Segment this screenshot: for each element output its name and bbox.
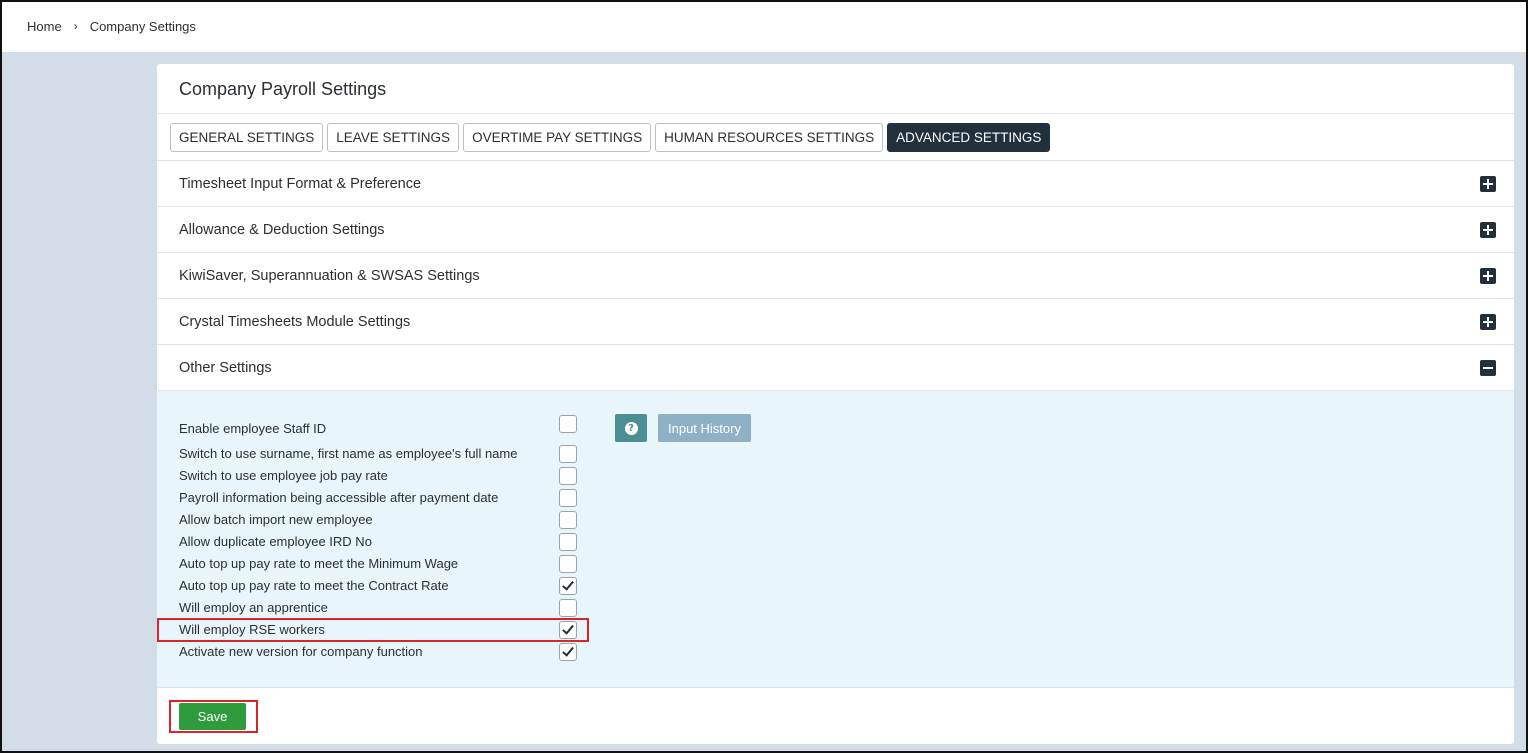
option-label: Will employ an apprentice bbox=[179, 599, 328, 615]
option-row: Auto top up pay rate to meet the Minimum… bbox=[179, 552, 579, 574]
option-label: Allow batch import new employee bbox=[179, 511, 373, 527]
input-history-button[interactable]: Input History bbox=[658, 414, 751, 442]
save-button[interactable]: Save bbox=[179, 703, 246, 730]
checkmark-icon bbox=[562, 578, 574, 591]
option-label: Allow duplicate employee IRD No bbox=[179, 533, 372, 549]
option-row: Switch to use employee job pay rate bbox=[179, 464, 579, 486]
option-checkbox[interactable] bbox=[559, 533, 577, 551]
section-title: Allowance & Deduction Settings bbox=[179, 221, 385, 238]
section-title: KiwiSaver, Superannuation & SWSAS Settin… bbox=[179, 267, 480, 284]
option-label: Will employ RSE workers bbox=[179, 621, 325, 637]
option-label: Auto top up pay rate to meet the Minimum… bbox=[179, 555, 459, 571]
option-checkbox[interactable] bbox=[559, 555, 577, 573]
section-crystal-timesheets[interactable]: Crystal Timesheets Module Settings bbox=[157, 299, 1514, 345]
option-row: Allow batch import new employee bbox=[179, 508, 579, 530]
option-checkbox[interactable] bbox=[559, 467, 577, 485]
option-row: Allow duplicate employee IRD No bbox=[179, 530, 579, 552]
section-timesheet-input-format[interactable]: Timesheet Input Format & Preference bbox=[157, 161, 1514, 207]
option-checkbox[interactable] bbox=[559, 489, 577, 507]
option-label: Switch to use employee job pay rate bbox=[179, 467, 388, 483]
plus-square-icon[interactable] bbox=[1480, 175, 1496, 192]
option-label: Payroll information being accessible aft… bbox=[179, 489, 499, 505]
page-title: Company Payroll Settings bbox=[157, 64, 1514, 114]
tab-advanced-settings[interactable]: ADVANCED SETTINGS bbox=[887, 123, 1051, 152]
option-label: Switch to use surname, first name as emp… bbox=[179, 445, 518, 461]
option-row: Will employ an apprentice bbox=[179, 596, 579, 618]
option-checkbox[interactable] bbox=[559, 511, 577, 529]
option-row: Will employ RSE workers bbox=[179, 618, 579, 640]
settings-tabs: GENERAL SETTINGS LEAVE SETTINGS OVERTIME… bbox=[157, 114, 1514, 161]
section-other-settings[interactable]: Other Settings bbox=[157, 345, 1514, 391]
settings-card: Company Payroll Settings GENERAL SETTING… bbox=[157, 64, 1514, 744]
option-checkbox-checked[interactable] bbox=[559, 643, 577, 661]
section-title: Timesheet Input Format & Preference bbox=[179, 175, 422, 192]
other-settings-panel: ? Input History Enable employee Staff ID… bbox=[157, 391, 1514, 688]
option-checkbox[interactable] bbox=[559, 445, 577, 463]
option-row: Activate new version for company functio… bbox=[179, 640, 579, 662]
plus-square-icon[interactable] bbox=[1480, 267, 1496, 284]
option-checkbox[interactable] bbox=[559, 415, 577, 433]
question-circle-icon: ? bbox=[624, 421, 638, 435]
tab-human-resources-settings[interactable]: HUMAN RESOURCES SETTINGS bbox=[655, 123, 884, 152]
option-checkbox[interactable] bbox=[559, 599, 577, 617]
option-label: Activate new version for company functio… bbox=[179, 643, 423, 659]
section-title: Other Settings bbox=[179, 359, 272, 376]
checkmark-icon bbox=[562, 622, 574, 635]
option-label: Enable employee Staff ID bbox=[179, 420, 327, 436]
option-checkbox-checked[interactable] bbox=[559, 621, 577, 639]
breadcrumb-current: Company Settings bbox=[89, 18, 196, 34]
section-title: Crystal Timesheets Module Settings bbox=[179, 313, 411, 330]
option-label: Auto top up pay rate to meet the Contrac… bbox=[179, 577, 449, 593]
option-row: Enable employee Staff ID bbox=[179, 417, 579, 439]
section-kiwisaver-superannuation[interactable]: KiwiSaver, Superannuation & SWSAS Settin… bbox=[157, 253, 1514, 299]
option-row: Auto top up pay rate to meet the Contrac… bbox=[179, 574, 579, 596]
option-checkbox-checked[interactable] bbox=[559, 577, 577, 595]
plus-square-icon[interactable] bbox=[1480, 221, 1496, 238]
breadcrumb: Home › Company Settings bbox=[0, 0, 1528, 52]
checkmark-icon bbox=[562, 644, 574, 657]
option-row: Switch to use surname, first name as emp… bbox=[179, 442, 579, 464]
section-allowance-deduction[interactable]: Allowance & Deduction Settings bbox=[157, 207, 1514, 253]
tab-overtime-pay-settings[interactable]: OVERTIME PAY SETTINGS bbox=[463, 123, 652, 152]
tab-leave-settings[interactable]: LEAVE SETTINGS bbox=[327, 123, 460, 152]
tab-general-settings[interactable]: GENERAL SETTINGS bbox=[170, 123, 324, 152]
help-button[interactable]: ? bbox=[615, 414, 647, 442]
minus-square-icon[interactable] bbox=[1480, 359, 1496, 376]
plus-square-icon[interactable] bbox=[1480, 313, 1496, 330]
breadcrumb-home-link[interactable]: Home bbox=[27, 19, 62, 34]
chevron-right-icon: › bbox=[73, 19, 78, 33]
option-row: Payroll information being accessible aft… bbox=[179, 486, 579, 508]
